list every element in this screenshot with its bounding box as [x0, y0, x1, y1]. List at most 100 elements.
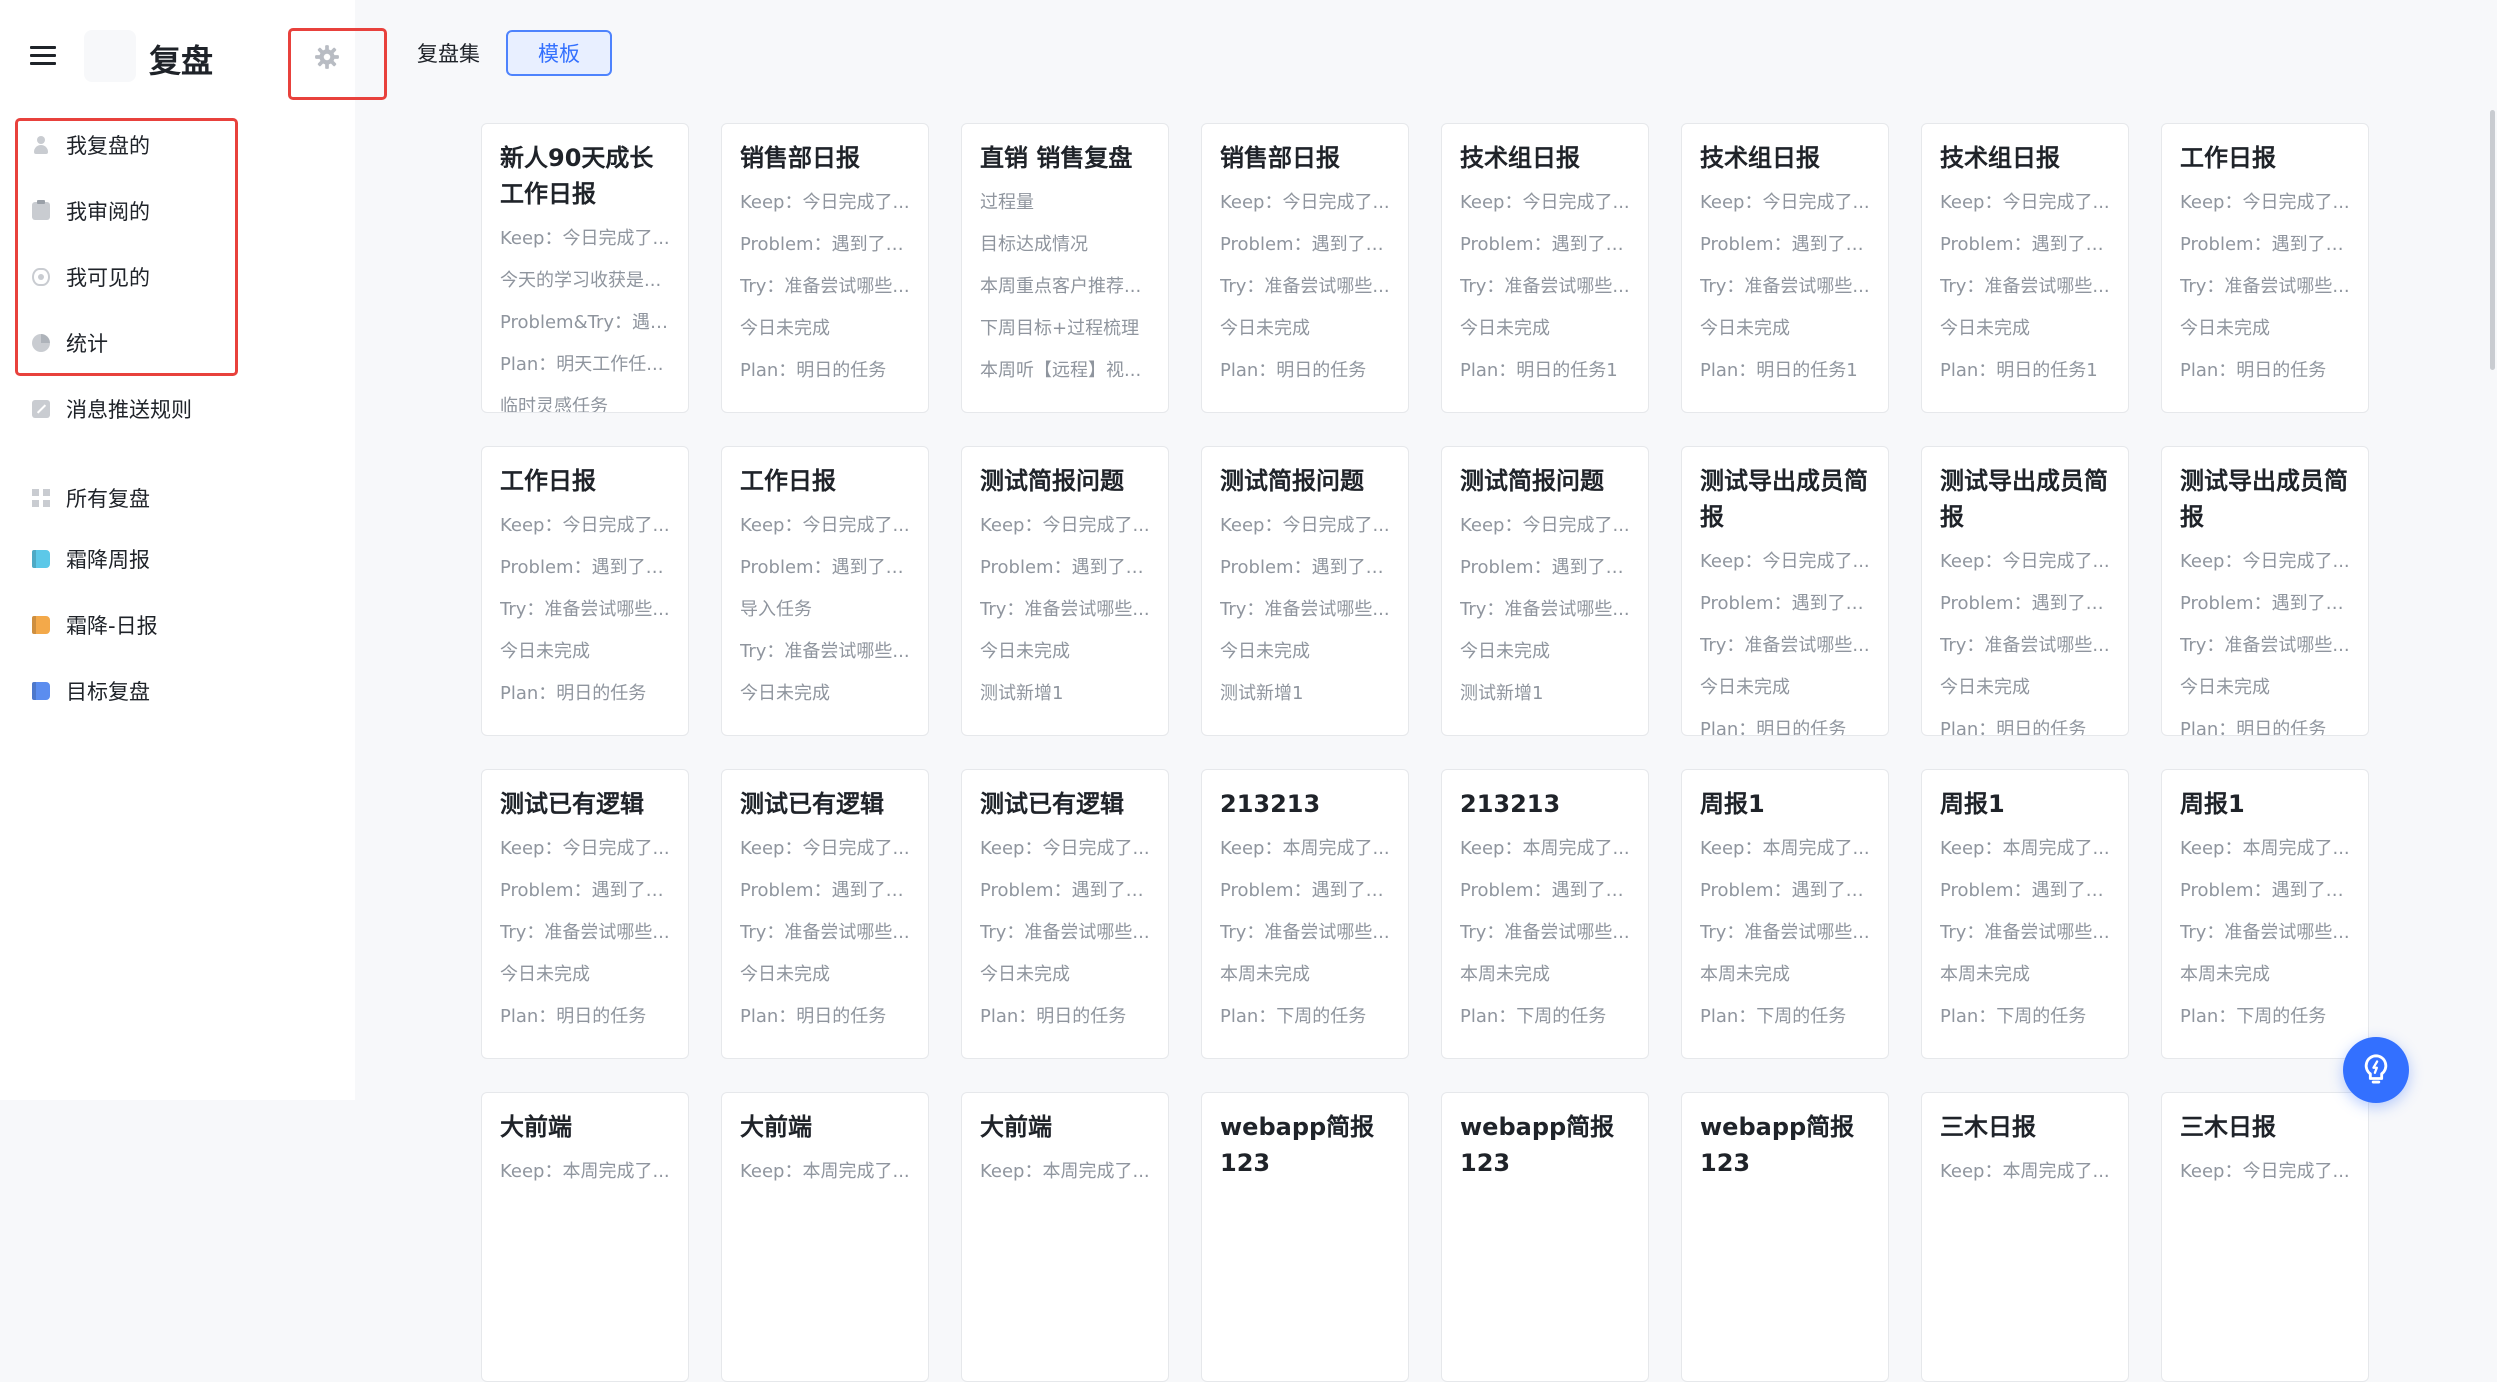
card-field-line: Try：准备尝试哪些... — [500, 922, 670, 943]
card-field-line: 今日未完成 — [1220, 641, 1310, 662]
template-card[interactable]: 测试简报问题 Keep：今日完成了... Problem：遇到了什... Try：准备… — [1441, 446, 1649, 736]
sidebar-item-frost-weekly[interactable]: 霜降周报 — [32, 539, 150, 579]
template-card[interactable]: 周报1 Keep：本周完成了... Problem：遇到了什... Try：准备尝试哪… — [1921, 769, 2129, 1059]
card-field-line: Plan：下周的任务 — [1700, 1006, 1847, 1027]
template-card[interactable]: 直销 销售复盘 过程量 目标达成情况 本周重点客户推荐... 下周目标+过程梳理 本周听【… — [961, 123, 1169, 413]
card-title: 测试导出成员简报 — [1940, 467, 2108, 531]
sidebar-item-label: 我复盘的 — [66, 134, 150, 158]
card-field-line: 今日未完成 — [500, 641, 590, 662]
card-field-line: 本周重点客户推荐... — [980, 276, 1142, 297]
template-card[interactable]: 测试已有逻辑 Keep：今日完成了... Problem：遇到了什... Try：准备… — [961, 769, 1169, 1059]
template-card[interactable]: 测试简报问题 Keep：今日完成了... Problem：遇到了什... Try：准备… — [1201, 446, 1409, 736]
tab-review-collections[interactable]: 复盘集 — [397, 30, 500, 76]
book-icon — [32, 616, 50, 634]
card-field-line: Plan：明日的任务1 — [1700, 360, 1858, 381]
template-card[interactable]: 周报1 Keep：本周完成了... Problem：遇到了什... Try：准备尝试哪… — [2161, 769, 2369, 1059]
template-card[interactable]: 大前端 Keep：本周完成了... — [721, 1092, 929, 1382]
template-card[interactable]: 测试导出成员简报 Keep：今日完成了... Problem：遇到了什... Try：… — [1921, 446, 2129, 736]
book-icon — [32, 550, 50, 568]
help-button[interactable] — [2343, 1037, 2409, 1103]
card-title: 测试简报问题 — [1460, 467, 1604, 495]
sidebar-item-goal-review[interactable]: 目标复盘 — [32, 671, 150, 711]
template-card[interactable]: 测试已有逻辑 Keep：今日完成了... Problem：遇到了什... Try：准备… — [721, 769, 929, 1059]
scrollbar-thumb[interactable] — [2490, 110, 2495, 370]
card-field-line: Plan：明日的任务 — [500, 1006, 647, 1027]
eye-icon — [32, 268, 50, 286]
template-card[interactable]: 测试导出成员简报 Keep：今日完成了... Problem：遇到了什... Try：… — [1681, 446, 1889, 736]
template-card[interactable]: 213213 Keep：本周完成了... Problem：遇到了什... Try：准备… — [1201, 769, 1409, 1059]
template-card[interactable]: 213213 Keep：本周完成了... Problem：遇到了什... Try：准备… — [1441, 769, 1649, 1059]
sidebar-item-statistics[interactable]: 统计 — [32, 323, 108, 363]
template-card[interactable]: 工作日报 Keep：今日完成了... Problem：遇到了什... Try：准备尝试… — [2161, 123, 2369, 413]
sidebar-item-label: 所有复盘 — [66, 487, 150, 511]
sidebar-item-i-reviewed[interactable]: 我审阅的 — [32, 191, 150, 231]
template-card[interactable]: 周报1 Keep：本周完成了... Problem：遇到了什... Try：准备尝试哪… — [1681, 769, 1889, 1059]
card-field-line: Try：准备尝试哪些... — [1940, 635, 2110, 656]
card-title: 销售部日报 — [1220, 144, 1340, 172]
card-title: webapp简报123 — [1220, 1113, 1375, 1177]
card-field-line: Problem：遇到了什... — [1220, 880, 1390, 901]
card-field-line: Try：准备尝试哪些... — [1460, 276, 1630, 297]
card-field-line: Try：准备尝试哪些... — [1700, 922, 1870, 943]
card-field-line: 今日未完成 — [1940, 318, 2030, 339]
template-card[interactable]: webapp简报123 — [1201, 1092, 1409, 1382]
card-field-line: Problem：遇到了什... — [1220, 557, 1390, 578]
hamburger-menu-icon[interactable] — [30, 46, 56, 66]
template-card[interactable]: 工作日报 Keep：今日完成了... Problem：遇到了什... Try：准备尝试… — [481, 446, 689, 736]
template-card[interactable]: 大前端 Keep：本周完成了... — [481, 1092, 689, 1382]
template-card[interactable]: 三木日报 Keep：本周完成了... — [1921, 1092, 2129, 1382]
card-field-line: Problem：遇到了什... — [740, 880, 910, 901]
template-card[interactable]: 销售部日报 Keep：今日完成了... Problem：遇到了什... Try：准备尝… — [721, 123, 929, 413]
template-card[interactable]: 测试简报问题 Keep：今日完成了... Problem：遇到了什... Try：准备… — [961, 446, 1169, 736]
card-field-line: 本周未完成 — [1220, 964, 1310, 985]
card-field-line: Plan：下周的任务 — [2180, 1006, 2327, 1027]
template-card[interactable]: 大前端 Keep：本周完成了... — [961, 1092, 1169, 1382]
app-logo — [84, 30, 136, 82]
card-field-line: 今日未完成 — [980, 964, 1070, 985]
template-card[interactable]: webapp简报123 — [1441, 1092, 1649, 1382]
pie-chart-icon — [32, 334, 50, 352]
card-field-line: 本周未完成 — [1700, 964, 1790, 985]
card-title: 周报1 — [1700, 790, 1765, 818]
card-field-line: 目标达成情况 — [980, 234, 1088, 255]
sidebar-item-my-reviews[interactable]: 我复盘的 — [32, 125, 150, 165]
sidebar-item-all-reviews[interactable]: 所有复盘 — [32, 478, 150, 518]
card-field-line: Keep：今日完成了... — [1940, 551, 2110, 572]
template-card[interactable]: 新人90天成长工作日报 Keep：今日完成了... 今天的学习收获是... Probl… — [481, 123, 689, 413]
template-card[interactable]: 三木日报 Keep：今日完成了... — [2161, 1092, 2369, 1382]
sidebar-item-frost-daily[interactable]: 霜降-日报 — [32, 605, 158, 645]
template-card[interactable]: 技术组日报 Keep：今日完成了... Problem：遇到了什... Try：准备尝… — [1681, 123, 1889, 413]
card-field-line: Problem：遇到了什... — [500, 557, 670, 578]
template-card[interactable]: webapp简报123 — [1681, 1092, 1889, 1382]
gear-icon[interactable] — [314, 44, 340, 70]
card-field-line: Plan：明日的任务 — [980, 1006, 1127, 1027]
card-field-line: 今日未完成 — [2180, 318, 2270, 339]
card-field-line: Problem：遇到了什... — [980, 880, 1150, 901]
template-card[interactable]: 工作日报 Keep：今日完成了... Problem：遇到了什... 导入任务 Try：… — [721, 446, 929, 736]
card-field-line: Try：准备尝试哪些... — [1460, 922, 1630, 943]
tab-templates[interactable]: 模板 — [506, 30, 612, 76]
card-field-line: Try：准备尝试哪些... — [2180, 635, 2350, 656]
card-field-line: Try：准备尝试哪些... — [1220, 276, 1390, 297]
sidebar-item-push-rules[interactable]: 消息推送规则 — [32, 389, 192, 429]
card-field-line: Try：准备尝试哪些... — [740, 922, 910, 943]
card-title: 周报1 — [2180, 790, 2245, 818]
card-field-line: Keep：本周完成了... — [1220, 838, 1390, 859]
sidebar-item-visible-to-me[interactable]: 我可见的 — [32, 257, 150, 297]
card-field-line: Problem：遇到了什... — [500, 880, 670, 901]
sidebar-item-label: 统计 — [66, 332, 108, 356]
template-card[interactable]: 技术组日报 Keep：今日完成了... Problem：遇到了什... Try：准备尝… — [1921, 123, 2129, 413]
card-field-line: 本周未完成 — [2180, 964, 2270, 985]
card-field-line: Keep：今日完成了... — [2180, 1161, 2350, 1182]
template-card[interactable]: 测试导出成员简报 Keep：今日完成了... Problem：遇到了什... Try：… — [2161, 446, 2369, 736]
template-card[interactable]: 销售部日报 Keep：今日完成了... Problem：遇到了什... Try：准备尝… — [1201, 123, 1409, 413]
card-field-line: Keep：今日完成了... — [1220, 515, 1390, 536]
card-field-line: Try：准备尝试哪些... — [740, 641, 910, 662]
card-field-line: Problem：遇到了什... — [1700, 593, 1870, 614]
card-title: 工作日报 — [500, 467, 596, 495]
card-field-line: Keep：今日完成了... — [740, 515, 910, 536]
template-grid: 新人90天成长工作日报 Keep：今日完成了... 今天的学习收获是... Probl… — [481, 123, 2369, 1382]
template-card[interactable]: 测试已有逻辑 Keep：今日完成了... Problem：遇到了什... Try：准备… — [481, 769, 689, 1059]
card-field-line: Plan：明日的任务 — [1700, 719, 1847, 736]
template-card[interactable]: 技术组日报 Keep：今日完成了... Problem：遇到了什... Try：准备尝… — [1441, 123, 1649, 413]
